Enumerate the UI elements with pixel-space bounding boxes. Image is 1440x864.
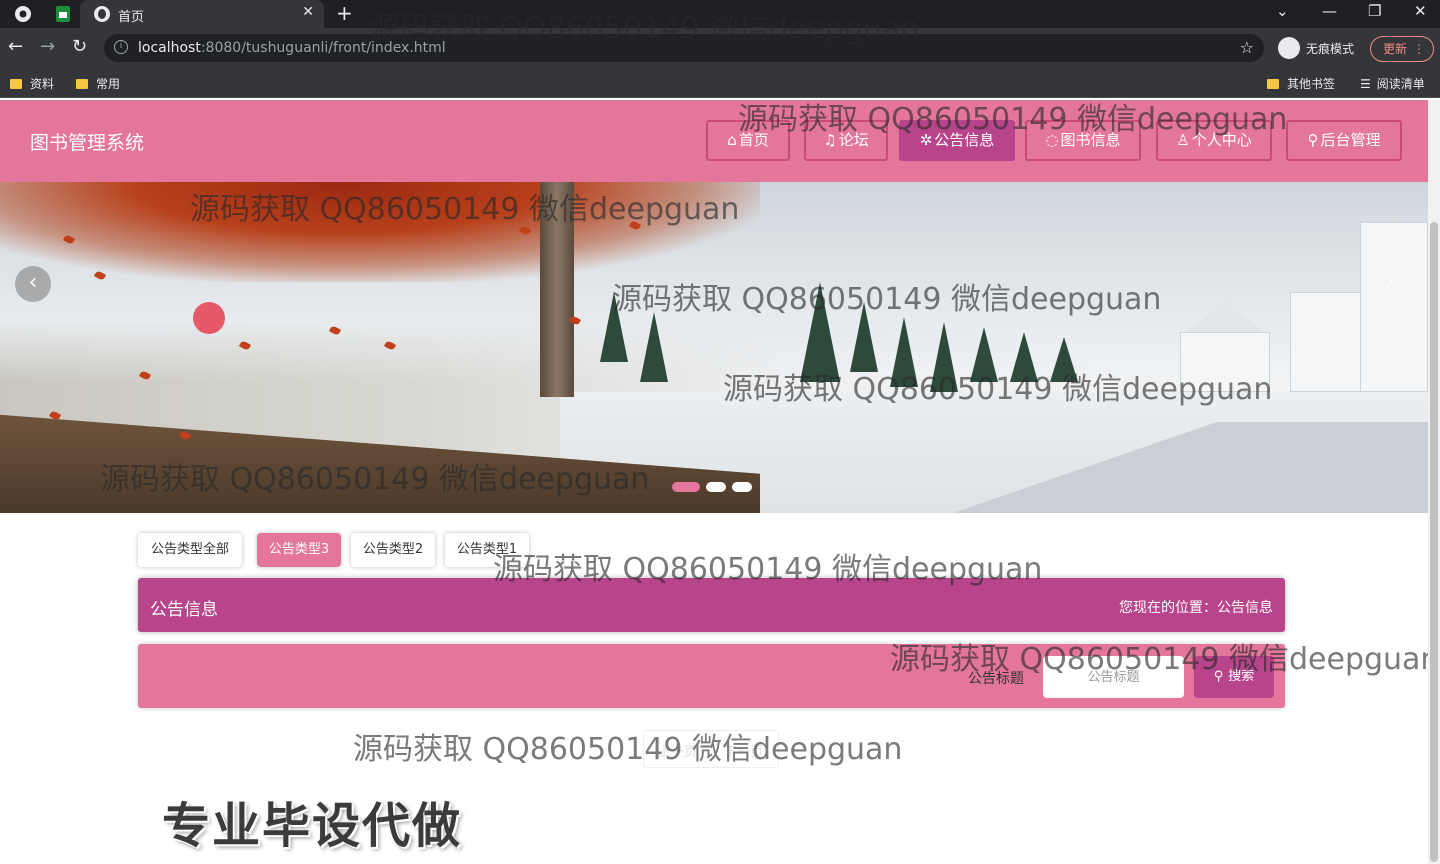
forum-icon: ♫ [823, 131, 837, 149]
prev-page-button[interactable]: 上一页 [658, 741, 697, 760]
filter-type-3[interactable]: 公告类型3 [257, 533, 341, 567]
filter-type-2[interactable]: 公告类型2 [351, 533, 435, 567]
tab-close-icon[interactable]: ✕ [302, 4, 314, 20]
site-title[interactable]: 图书管理系统 [30, 128, 144, 155]
carousel-next-button[interactable]: › [1372, 266, 1408, 302]
pine-tree [800, 282, 840, 382]
back-icon[interactable]: ← [8, 36, 23, 57]
carousel-dot[interactable] [732, 482, 752, 492]
banner-red-canopy [0, 182, 760, 282]
home-icon: ⌂ [727, 131, 737, 149]
pine-tree [1010, 332, 1038, 382]
banner-tree-trunk [540, 182, 574, 397]
reading-list[interactable]: ☰ 阅读清单 [1360, 75, 1425, 92]
user-icon: ♙ [1176, 131, 1190, 149]
window-close-icon[interactable]: ✕ [1414, 2, 1427, 20]
url-field[interactable]: i localhost:8080/tushuguanli/front/index… [104, 34, 1264, 62]
carousel-dot[interactable] [706, 482, 726, 492]
bookmarks-bar: 资料 常用 其他书签 ☰ 阅读清单 [0, 68, 1440, 98]
page-scrollbar-thumb[interactable] [1430, 222, 1438, 862]
folder-icon [1267, 79, 1279, 89]
mouse-cursor [193, 302, 225, 334]
search-icon: ⚲ [1213, 669, 1224, 684]
section-title: 公告信息 [150, 600, 218, 620]
pine-tree [1050, 337, 1078, 382]
pine-tree [890, 317, 918, 387]
address-toolbar: ← → ↻ i localhost:8080/tushuguanli/front… [0, 28, 1440, 68]
incognito-label: 无痕模式 [1306, 42, 1355, 56]
book-icon: ◌ [1045, 131, 1059, 149]
folder-icon [76, 79, 88, 89]
search-button[interactable]: ⚲ 搜索 [1194, 656, 1274, 698]
tab-search-icon[interactable]: ⌄ [1276, 2, 1289, 20]
house [1360, 222, 1428, 392]
pine-tree [970, 327, 998, 382]
bookmark-folder-other[interactable]: 其他书签 [1267, 75, 1335, 92]
link-icon: ⚲ [1307, 131, 1319, 149]
site-header: 图书管理系统 ⌂ 首页 ♫ 论坛 ✲ 公告信息 ◌ 图书信息 ♙ 个人中心 ⚲ 后台管理 [0, 100, 1428, 182]
pine-tree [640, 312, 668, 382]
forward-icon[interactable]: → [40, 36, 55, 57]
search-label: 公告标题 [968, 671, 1024, 687]
carousel-prev-button[interactable]: ‹ [15, 266, 51, 302]
house [1180, 332, 1270, 392]
bookmark-folder-changyong[interactable]: 常用 [76, 75, 120, 92]
folder-icon [10, 79, 22, 89]
banner-carousel[interactable]: ‹ › [0, 182, 1428, 513]
nav-books[interactable]: ◌ 图书信息 [1025, 120, 1141, 161]
pagination: 上一页 下一页 [643, 730, 779, 768]
nav-home[interactable]: ⌂ 首页 [706, 120, 790, 161]
next-page-button[interactable]: 下一页 [724, 741, 763, 760]
breadcrumb: 您现在的位置：公告信息 [1119, 600, 1273, 616]
update-button[interactable]: 更新 ⋮ [1370, 36, 1434, 62]
url-text: localhost:8080/tushuguanli/front/index.h… [138, 40, 446, 56]
bookmark-folder-ziliao[interactable]: 资料 [10, 75, 54, 92]
reading-list-icon: ☰ [1360, 77, 1371, 91]
nav-personal[interactable]: ♙ 个人中心 [1156, 120, 1272, 161]
watermark: 源码获取 QQ86050149 微信deepguan [353, 732, 903, 767]
search-input[interactable] [1043, 656, 1184, 698]
site-info-icon[interactable]: i [114, 40, 128, 54]
pine-tree [600, 292, 628, 362]
filter-all[interactable]: 公告类型全部 [138, 533, 242, 567]
notice-icon: ✲ [919, 131, 933, 149]
incognito-icon[interactable] [1278, 37, 1300, 59]
globe-icon [94, 6, 110, 22]
filter-type-1[interactable]: 公告类型1 [445, 533, 529, 567]
restore-icon[interactable]: ❐ [1368, 2, 1381, 20]
sheets-app-icon[interactable] [54, 5, 72, 23]
more-menu-icon[interactable]: ⋮ [1413, 37, 1425, 61]
house-roof [1185, 302, 1265, 332]
promo-overlay-text: 专业毕设代做 [162, 798, 463, 854]
nav-admin[interactable]: ⚲ 后台管理 [1286, 120, 1402, 161]
tab-home[interactable]: 首页 ✕ [80, 0, 324, 28]
tab-title: 首页 [118, 10, 145, 25]
reload-icon[interactable]: ↻ [72, 36, 87, 57]
carousel-dot[interactable] [672, 482, 700, 492]
pine-tree [850, 302, 878, 372]
nav-forum[interactable]: ♫ 论坛 [804, 120, 888, 161]
nav-notice[interactable]: ✲ 公告信息 [899, 120, 1015, 161]
minimize-icon[interactable]: — [1322, 2, 1337, 20]
house [1290, 292, 1370, 392]
browser-tab-bar: 首页 ✕ + ⌄ — ❐ ✕ [0, 0, 1440, 28]
section-title-bar: 公告信息 您现在的位置：公告信息 [138, 578, 1285, 632]
search-panel: 公告标题 ⚲搜索 [138, 644, 1285, 708]
browser-menu-icon[interactable] [14, 5, 32, 23]
pine-tree [930, 322, 958, 392]
new-tab-icon[interactable]: + [336, 1, 353, 25]
bookmark-star-icon[interactable]: ☆ [1240, 38, 1254, 57]
